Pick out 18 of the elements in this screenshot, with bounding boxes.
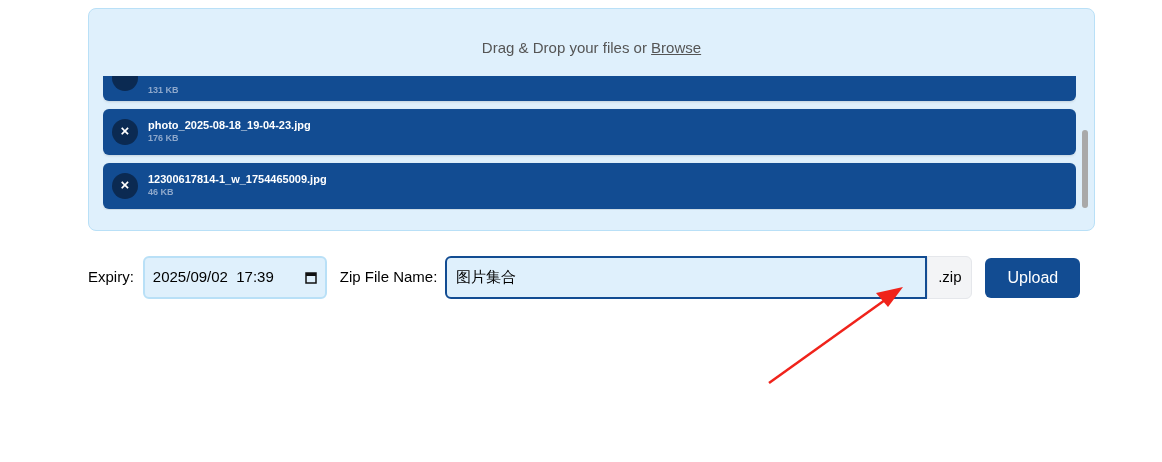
remove-button[interactable]: × [112, 118, 138, 145]
zip-suffix: .zip [927, 256, 973, 299]
file-size: 176 KB [148, 132, 180, 144]
scrollbar-thumb[interactable] [1082, 129, 1088, 208]
zip-name-label: Zip File Name: [339, 267, 438, 288]
expiry-label: Expiry: [88, 267, 134, 288]
upload-button[interactable]: Upload [985, 257, 1081, 298]
expiry-field[interactable]: 2025/09/02 17:39 [142, 256, 327, 299]
browse-link[interactable]: Browse [651, 39, 702, 56]
dropzone[interactable]: Drag & Drop your files or Browse 131 KB × photo_2025-08-18_19-04-23.jpg 176 KB × 12300617814-1_w_1754465009.jpg 46 KB [88, 8, 1095, 231]
file-size: 46 KB [148, 186, 175, 198]
calendar-icon[interactable] [304, 271, 317, 284]
file-size: 131 KB [148, 84, 179, 97]
remove-button[interactable]: × [112, 172, 138, 199]
file-name: 12300617814-1_w_1754465009.jpg [148, 173, 327, 187]
zip-name-field[interactable]: 图片集合 [445, 256, 928, 299]
file-name: photo_2025-08-18_19-04-23.jpg [148, 119, 311, 133]
dropzone-text: Drag & Drop your files or Browse [480, 38, 703, 58]
